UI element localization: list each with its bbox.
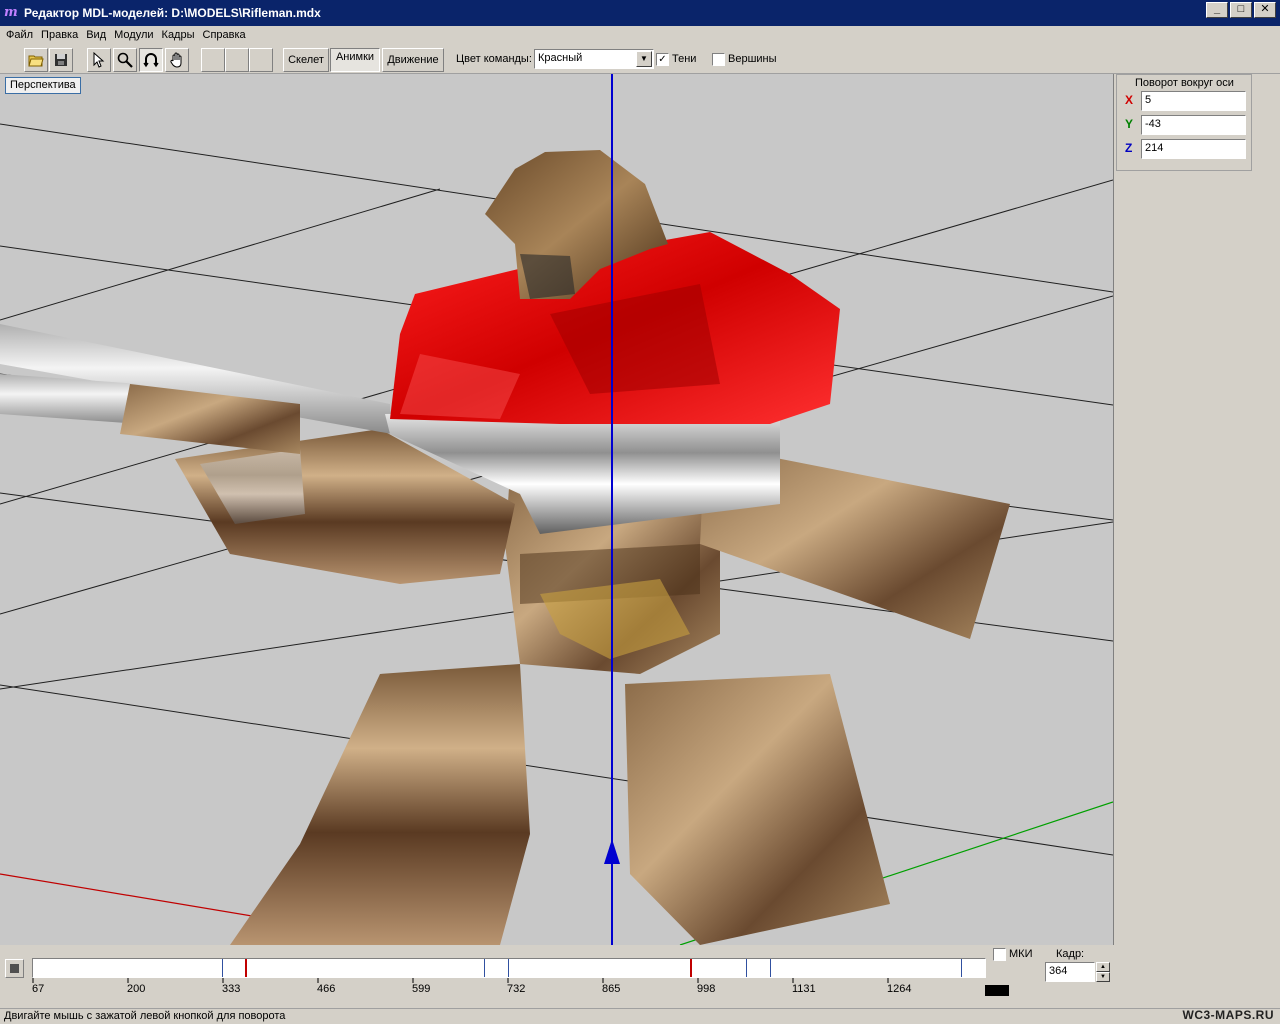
menu-help[interactable]: Справка [199,29,250,41]
timeline-panel: 67 200 333 466 599 732 865 998 1131 1264… [0,945,1280,1008]
axis-x-label: X [1125,93,1134,107]
tick-label: 200 [127,983,146,995]
sequence-marker [746,959,747,977]
tick-label: 67 [32,983,45,995]
axis-z-input[interactable]: 214 [1141,139,1246,159]
tick-label: 1131 [792,983,816,995]
sequence-marker [484,959,485,977]
tab-movement[interactable]: Движение [382,48,444,72]
floppy-disk-icon [55,54,67,66]
tick-label: 466 [317,983,336,995]
watermark: WC3-MAPS.RU [1182,1008,1274,1022]
rotation-panel-title: Поворот вокруг оси [1135,77,1234,89]
frame-input[interactable]: 364 [1045,962,1095,982]
sequence-marker [770,959,771,977]
folder-open-icon [28,55,44,67]
shadows-checkbox[interactable]: ✓ [656,53,669,66]
model-render [0,74,1113,945]
menu-bar: Файл Правка Вид Модули Кадры Справка [0,26,1280,44]
cursor-arrow-icon [93,52,105,68]
rotation-axis-group: Поворот вокруг оси X 5 Y -43 Z 214 [1116,74,1252,171]
tab-skeleton[interactable]: Скелет [283,48,329,72]
empty-tool-button-3[interactable] [249,48,273,72]
team-color-value: Красный [538,52,583,64]
frame-label: Кадр: [1056,948,1085,960]
pan-tool-button[interactable] [165,48,189,72]
menu-edit[interactable]: Правка [37,29,82,41]
timeline-track[interactable] [32,958,986,978]
mdl-app-icon[interactable]: m [4,5,20,21]
menu-modules[interactable]: Модули [110,29,157,41]
rotate-icon [143,53,159,68]
sequence-marker [961,959,962,977]
open-file-button[interactable] [24,48,48,72]
perspective-view-button[interactable]: Перспектива [5,77,81,94]
tick-label: 998 [697,983,716,995]
save-file-button[interactable] [49,48,73,72]
magnifier-icon [117,52,133,68]
axis-z-label: Z [1125,141,1133,155]
tick-label: 1264 [887,983,912,995]
menu-file[interactable]: Файл [2,29,37,41]
axis-y-input[interactable]: -43 [1141,115,1246,135]
shadows-label: Тени [672,53,697,65]
team-color-select[interactable]: Красный ▼ [534,49,654,69]
frame-down-icon[interactable]: ▼ [1096,972,1110,982]
mki-label: МКИ [1009,948,1033,960]
select-tool-button[interactable] [87,48,111,72]
tick-label: 732 [507,983,526,995]
minimize-button[interactable]: _ [1206,2,1228,18]
axis-y-label: Y [1125,117,1134,131]
maximize-button[interactable]: □ [1230,2,1252,18]
axis-x-input[interactable]: 5 [1141,91,1246,111]
tick-label: 865 [602,983,621,995]
status-text: Двигайте мышь с зажатой левой кнопкой дл… [4,1010,286,1022]
menu-frames[interactable]: Кадры [158,29,199,41]
zoom-tool-button[interactable] [113,48,137,72]
empty-tool-button-1[interactable] [201,48,225,72]
3d-viewport[interactable] [0,74,1113,945]
status-bar: Двигайте мышь с зажатой левой кнопкой дл… [0,1008,1280,1024]
stop-button[interactable] [5,959,24,978]
tick-label: 599 [412,983,431,995]
tab-animations[interactable]: Анимки [330,48,380,72]
vertices-checkbox[interactable] [712,53,725,66]
title-bar: m Редактор MDL-моделей: D:\MODELS\Riflem… [0,0,1280,26]
properties-panel: Поворот вокруг оси X 5 Y -43 Z 214 [1113,74,1280,945]
close-button[interactable]: ✕ [1254,2,1276,18]
sequence-marker [508,959,509,977]
tick-label: 333 [222,983,241,995]
sequence-marker [222,959,223,977]
vertices-label: Вершины [728,53,777,65]
timeline-end-marker [985,985,1009,996]
team-color-label: Цвет команды: [456,53,532,65]
frame-up-icon[interactable]: ▲ [1096,962,1110,972]
keyframe-marker [245,959,247,977]
stop-icon [10,964,19,973]
dropdown-arrow-icon[interactable]: ▼ [636,51,652,67]
empty-tool-button-2[interactable] [225,48,249,72]
keyframe-marker [690,959,692,977]
window-title: Редактор MDL-моделей: D:\MODELS\Rifleman… [24,6,321,20]
rotate-tool-button[interactable] [139,48,163,72]
mki-checkbox[interactable] [993,948,1006,961]
menu-view[interactable]: Вид [82,29,110,41]
hand-icon [170,52,182,68]
